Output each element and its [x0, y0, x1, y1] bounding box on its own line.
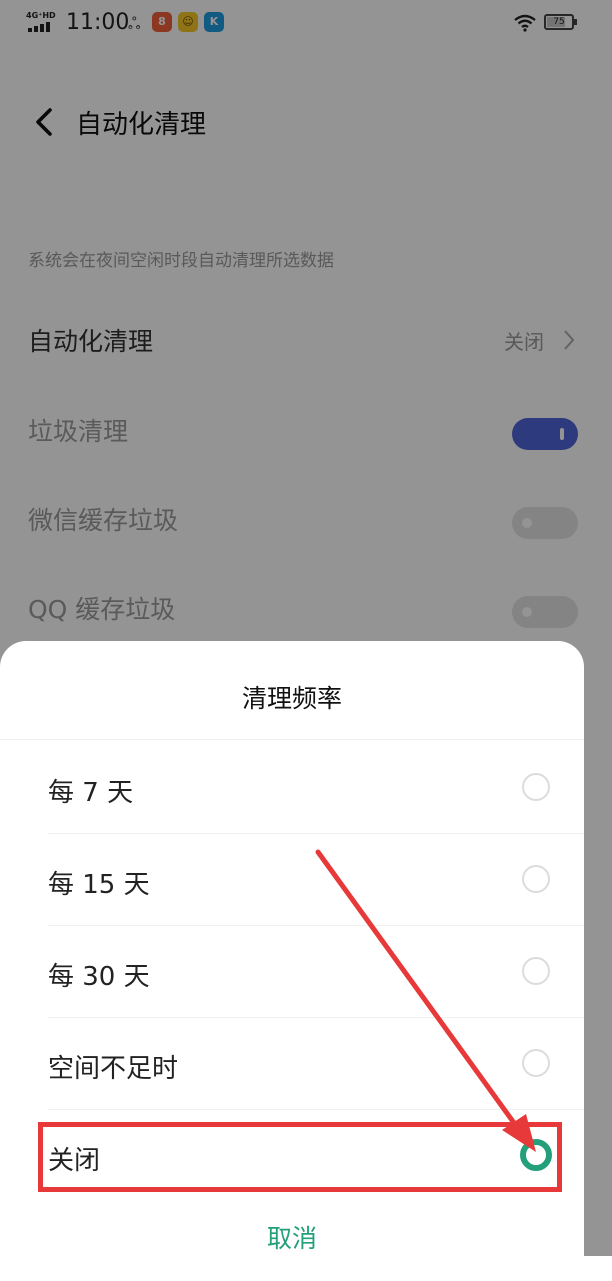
annotation-arrow-icon: [315, 849, 536, 1152]
